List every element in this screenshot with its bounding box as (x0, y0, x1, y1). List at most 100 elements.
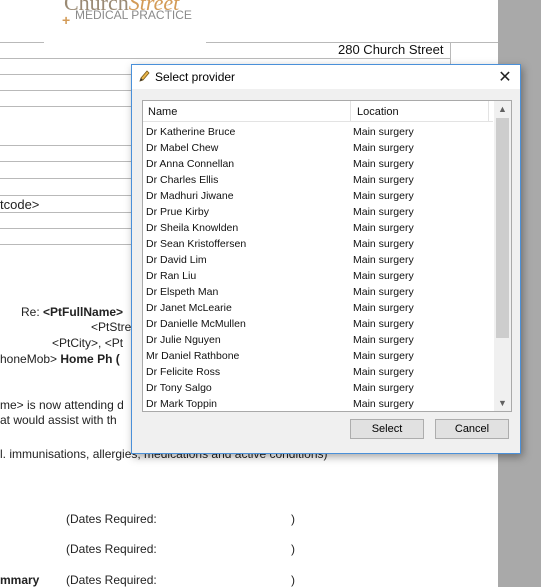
provider-row[interactable]: Dr Katherine Bruce Main surgery (143, 125, 493, 141)
provider-row[interactable]: Dr Prue Kirby Main surgery (143, 205, 493, 221)
provider-name: Dr Tony Salgo (146, 382, 212, 394)
pen-icon (139, 70, 150, 82)
provider-location: Main surgery (353, 350, 414, 362)
provider-row[interactable]: Dr Sean Kristoffersen Main surgery (143, 237, 493, 253)
provider-row[interactable]: Dr Ran Liu Main surgery (143, 269, 493, 285)
field-line (0, 212, 132, 213)
provider-row[interactable]: Dr Tony Salgo Main surgery (143, 381, 493, 397)
scroll-up-icon[interactable]: ▲ (494, 101, 511, 117)
provider-location: Main surgery (353, 174, 414, 186)
column-header-location[interactable]: Location (357, 106, 399, 118)
vertical-scrollbar[interactable]: ▲ ▼ (494, 101, 511, 411)
field-line (0, 178, 132, 179)
provider-row[interactable]: Dr Janet McLearie Main surgery (143, 301, 493, 317)
table-line (0, 58, 450, 59)
provider-name: Dr Felicite Ross (146, 366, 221, 378)
provider-location: Main surgery (353, 206, 414, 218)
provider-name: Dr Danielle McMullen (146, 318, 246, 330)
provider-name: Dr David Lim (146, 254, 207, 266)
provider-location: Main surgery (353, 158, 414, 170)
provider-name: Dr Ran Liu (146, 270, 197, 282)
practice-address: 280 Church Street (338, 42, 444, 57)
provider-name: Dr Janet McLearie (146, 302, 232, 314)
column-divider[interactable] (350, 101, 351, 121)
provider-rows: Dr Katherine Bruce Main surgery Dr Mabel C… (143, 125, 493, 411)
provider-location: Main surgery (353, 142, 414, 154)
provider-row[interactable]: Dr Mabel Chew Main surgery (143, 141, 493, 157)
select-button[interactable]: Select (350, 419, 424, 439)
provider-name: Dr Prue Kirby (146, 206, 210, 218)
provider-name: Dr Sean Kristoffersen (146, 238, 247, 250)
provider-row[interactable]: Dr Elspeth Man Main surgery (143, 285, 493, 301)
summary-label: mmary (0, 573, 40, 587)
provider-name: Dr Mark Toppin (146, 398, 217, 410)
column-divider[interactable] (488, 101, 489, 121)
provider-location: Main surgery (353, 334, 414, 346)
field-line (0, 195, 132, 196)
re-label: Re: <PtFullName> (21, 305, 124, 319)
logo-subtitle: MEDICAL PRACTICE (75, 8, 192, 22)
provider-location: Main surgery (353, 126, 414, 138)
provider-name: Dr Madhuri Jiwane (146, 190, 234, 202)
provider-row[interactable]: Dr Anna Connellan Main surgery (143, 157, 493, 173)
provider-list[interactable]: Name Location Dr Katherine Bruce Main sur… (142, 100, 512, 412)
provider-name: Mr Daniel Rathbone (146, 350, 240, 362)
dialog-title: Select provider (155, 70, 236, 84)
dates-close-paren: ) (291, 512, 295, 526)
provider-name: Dr Anna Connellan (146, 158, 235, 170)
provider-location: Main surgery (353, 254, 414, 266)
provider-location: Main surgery (353, 286, 414, 298)
provider-name: Dr Charles Ellis (146, 174, 219, 186)
cancel-button[interactable]: Cancel (435, 419, 509, 439)
provider-location: Main surgery (353, 398, 414, 410)
provider-row[interactable]: Dr Charles Ellis Main surgery (143, 173, 493, 189)
select-provider-dialog: Select provider ✕ Name Location Dr Kathe… (131, 64, 521, 454)
field-line (0, 244, 132, 245)
dates-close-paren: ) (291, 542, 295, 556)
provider-name: Dr Elspeth Man (146, 286, 219, 298)
provider-row[interactable]: Dr Madhuri Jiwane Main surgery (143, 189, 493, 205)
dates-required-label: (Dates Required: (66, 542, 157, 556)
provider-row[interactable]: Dr Julie Nguyen Main surgery (143, 333, 493, 349)
provider-location: Main surgery (353, 270, 414, 282)
field-line (0, 145, 132, 146)
logo-cross-icon: + (62, 12, 71, 28)
provider-location: Main surgery (353, 382, 414, 394)
provider-location: Main surgery (353, 238, 414, 250)
provider-row[interactable]: Dr Danielle McMullen Main surgery (143, 317, 493, 333)
dates-close-paren: ) (291, 573, 295, 587)
postcode-field: tcode> (0, 197, 40, 212)
provider-location: Main surgery (353, 302, 414, 314)
column-header-name[interactable]: Name (148, 106, 177, 118)
phone-field: honeMob> Home Ph ( (0, 352, 120, 366)
provider-location: Main surgery (353, 190, 414, 202)
table-line (0, 106, 132, 107)
provider-name: Dr Sheila Knowlden (146, 222, 239, 234)
paragraph-line: me> is now attending d (0, 398, 124, 412)
field-line (0, 228, 132, 229)
provider-row[interactable]: Dr Felicite Ross Main surgery (143, 365, 493, 381)
table-line (0, 90, 132, 91)
dates-required-label: (Dates Required: (66, 512, 157, 526)
provider-row[interactable]: Dr Mark Toppin Main surgery (143, 397, 493, 411)
list-header: Name Location (143, 101, 493, 122)
provider-location: Main surgery (353, 222, 414, 234)
field-line (0, 161, 132, 162)
divider (0, 42, 44, 43)
provider-location: Main surgery (353, 366, 414, 378)
provider-name: Dr Mabel Chew (146, 142, 219, 154)
provider-name: Dr Katherine Bruce (146, 126, 236, 138)
street-field: <PtStre (91, 320, 132, 334)
paragraph-line: at would assist with th (0, 413, 117, 427)
close-icon[interactable]: ✕ (496, 67, 514, 87)
provider-row[interactable]: Dr David Lim Main surgery (143, 253, 493, 269)
scroll-down-icon[interactable]: ▼ (494, 395, 511, 411)
provider-name: Dr Julie Nguyen (146, 334, 221, 346)
city-field: <PtCity>, <Pt (52, 336, 124, 350)
dates-required-label: (Dates Required: (66, 573, 157, 587)
scrollbar-thumb[interactable] (496, 118, 509, 338)
provider-location: Main surgery (353, 318, 414, 330)
provider-row[interactable]: Dr Sheila Knowlden Main surgery (143, 221, 493, 237)
provider-row[interactable]: Mr Daniel Rathbone Main surgery (143, 349, 493, 365)
dialog-title-bar[interactable]: Select provider ✕ (132, 65, 520, 89)
